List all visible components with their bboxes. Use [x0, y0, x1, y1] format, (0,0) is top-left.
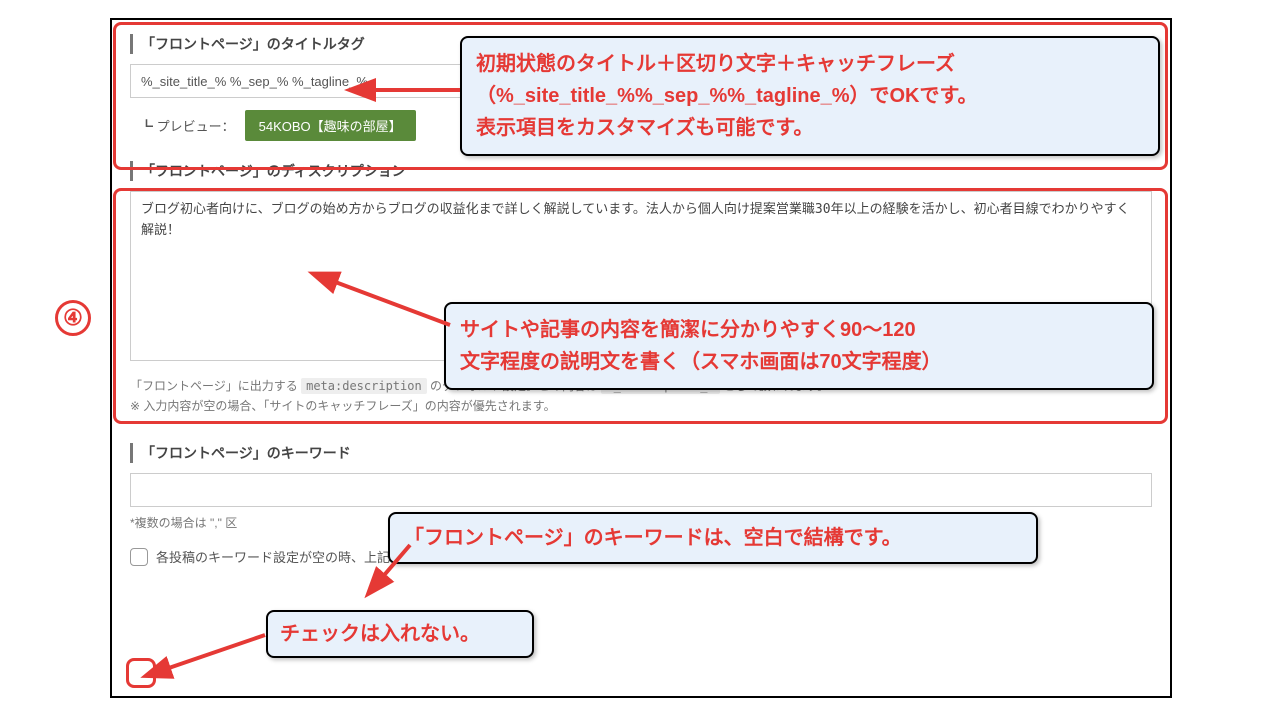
c1-close: ）でOKです。	[850, 85, 978, 107]
callout-checkbox: チェックは入れない。	[266, 610, 534, 658]
c1-line3: 表示項目をカスタマイズも可能です。	[476, 112, 1144, 144]
c1-code: %_site_title_%%_sep_%%_tagline_%	[496, 85, 850, 107]
arrow-1	[360, 60, 470, 100]
c2-line1: サイトや記事の内容を簡潔に分かりやすく90～120	[460, 314, 1138, 346]
c3-text: 「フロントページ」のキーワードは、空白で結構です。	[404, 527, 902, 549]
step-number: ④	[63, 305, 83, 331]
hint-code1: meta:description	[301, 378, 427, 394]
callout-keywords: 「フロントページ」のキーワードは、空白で結構です。	[388, 512, 1038, 564]
arrow-3	[370, 540, 440, 590]
output-same-keywords-checkbox[interactable]	[130, 548, 148, 566]
preview-badge: 54KOBO【趣味の部屋】	[245, 110, 416, 141]
arrow-2	[320, 270, 460, 340]
c1-open: （	[476, 85, 496, 107]
keywords-input[interactable]	[130, 473, 1152, 507]
c1-line2: （%_site_title_%%_sep_%%_tagline_%）でOKです。	[476, 80, 1144, 112]
c2-line2: 文字程度の説明文を書く（スマホ画面は70文字程度）	[460, 346, 1138, 378]
hint-line2: ※ 入力内容が空の場合、「サイトのキャッチフレーズ」の内容が優先されます。	[130, 399, 556, 413]
section3-heading: 「フロントページ」のキーワード	[130, 443, 1152, 463]
c1-line1: 初期状態のタイトル＋区切り文字＋キャッチフレーズ	[476, 48, 1144, 80]
step-badge: ④	[55, 300, 91, 336]
callout-title-tag: 初期状態のタイトル＋区切り文字＋キャッチフレーズ （%_site_title_%…	[460, 36, 1160, 156]
c4-text: チェックは入れない。	[280, 623, 480, 645]
arrow-4	[155, 630, 275, 680]
section2-heading: 「フロントページ」のディスクリプション	[130, 161, 1152, 181]
hint-prefix: 「フロントページ」に出力する	[130, 379, 301, 393]
callout-description: サイトや記事の内容を簡潔に分かりやすく90～120 文字程度の説明文を書く（スマ…	[444, 302, 1154, 390]
preview-label: ┗ プレビュー：	[140, 116, 235, 135]
